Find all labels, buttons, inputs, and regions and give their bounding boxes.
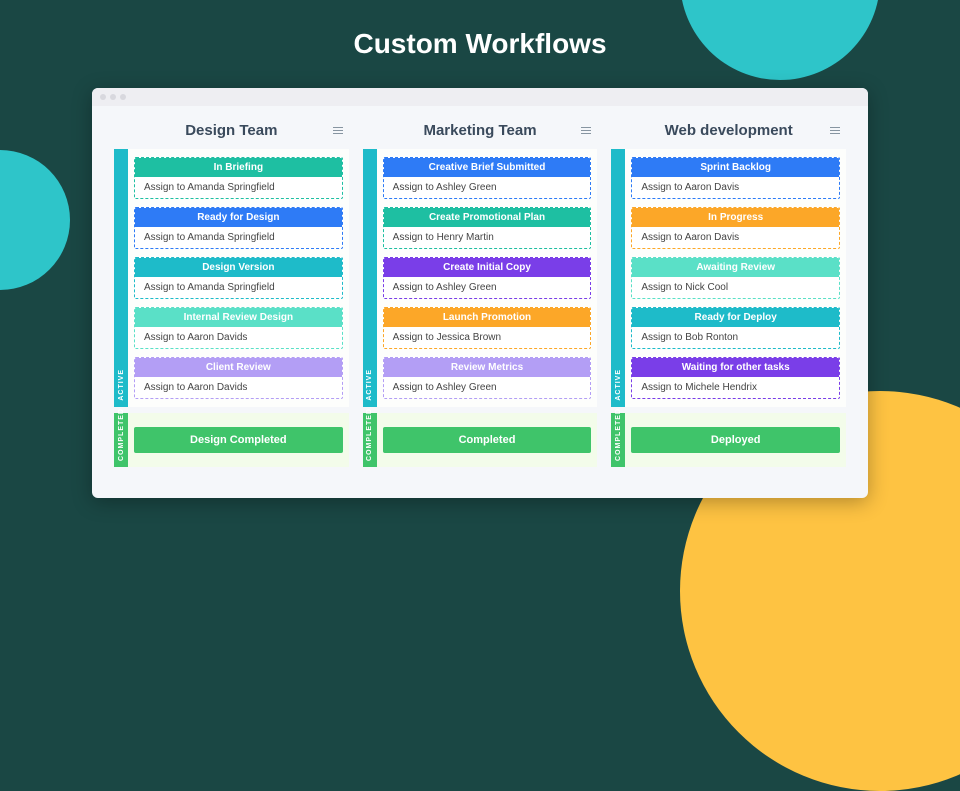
- workflow-card[interactable]: Awaiting ReviewAssign to Nick Cool: [631, 257, 840, 299]
- card-assignee: Assign to Aaron Davids: [135, 377, 342, 398]
- section-label-active: ACTIVE: [363, 149, 377, 407]
- card-title: Ready for Design: [135, 208, 342, 227]
- workflow-card[interactable]: Client ReviewAssign to Aaron Davids: [134, 357, 343, 399]
- card-assignee: Assign to Nick Cool: [632, 277, 839, 298]
- window-titlebar: [92, 88, 868, 106]
- card-title: Creative Brief Submitted: [384, 158, 591, 177]
- active-section: ACTIVECreative Brief SubmittedAssign to …: [363, 149, 598, 407]
- workflow-card[interactable]: Creative Brief SubmittedAssign to Ashley…: [383, 157, 592, 199]
- column-title: Web development: [665, 122, 793, 139]
- workflow-card[interactable]: Create Initial CopyAssign to Ashley Gree…: [383, 257, 592, 299]
- card-title: Design Version: [135, 258, 342, 277]
- active-section: ACTIVESprint BacklogAssign to Aaron Davi…: [611, 149, 846, 407]
- card-assignee: Assign to Henry Martin: [384, 227, 591, 248]
- workflow-card[interactable]: Design VersionAssign to Amanda Springfie…: [134, 257, 343, 299]
- workflow-card[interactable]: Ready for DeployAssign to Bob Ronton: [631, 307, 840, 349]
- card-title: Create Promotional Plan: [384, 208, 591, 227]
- column-title: Design Team: [185, 122, 277, 139]
- workflow-card[interactable]: Sprint BacklogAssign to Aaron Davis: [631, 157, 840, 199]
- traffic-light-icon: [120, 94, 126, 100]
- card-assignee: Assign to Aaron Davis: [632, 177, 839, 198]
- completed-pill[interactable]: Completed: [383, 427, 592, 453]
- card-assignee: Assign to Aaron Davis: [632, 227, 839, 248]
- section-label-completed: COMPLETED: [611, 413, 625, 467]
- traffic-light-icon: [110, 94, 116, 100]
- card-title: Review Metrics: [384, 358, 591, 377]
- card-assignee: Assign to Ashley Green: [384, 377, 591, 398]
- section-label-completed: COMPLETED: [363, 413, 377, 467]
- card-title: In Progress: [632, 208, 839, 227]
- card-assignee: Assign to Jessica Brown: [384, 327, 591, 348]
- card-assignee: Assign to Aaron Davids: [135, 327, 342, 348]
- completed-section: COMPLETED Completed: [363, 413, 598, 467]
- card-title: Ready for Deploy: [632, 308, 839, 327]
- bg-decor: [0, 150, 70, 290]
- app-window: Design TeamACTIVEIn BriefingAssign to Am…: [92, 88, 868, 498]
- card-title: Client Review: [135, 358, 342, 377]
- column-menu-icon[interactable]: [830, 127, 840, 134]
- active-section: ACTIVEIn BriefingAssign to Amanda Spring…: [114, 149, 349, 407]
- column-menu-icon[interactable]: [333, 127, 343, 134]
- section-label-active: ACTIVE: [114, 149, 128, 407]
- column-header: Marketing Team: [363, 116, 598, 149]
- card-assignee: Assign to Ashley Green: [384, 277, 591, 298]
- card-assignee: Assign to Amanda Springfield: [135, 277, 342, 298]
- card-title: Create Initial Copy: [384, 258, 591, 277]
- card-assignee: Assign to Ashley Green: [384, 177, 591, 198]
- card-title: In Briefing: [135, 158, 342, 177]
- workflow-column: Design TeamACTIVEIn BriefingAssign to Am…: [114, 116, 349, 484]
- workflow-card[interactable]: Ready for DesignAssign to Amanda Springf…: [134, 207, 343, 249]
- workflow-card[interactable]: In ProgressAssign to Aaron Davis: [631, 207, 840, 249]
- column-menu-icon[interactable]: [581, 127, 591, 134]
- completed-pill[interactable]: Deployed: [631, 427, 840, 453]
- section-label-completed: COMPLETED: [114, 413, 128, 467]
- workflow-card[interactable]: Create Promotional PlanAssign to Henry M…: [383, 207, 592, 249]
- card-assignee: Assign to Amanda Springfield: [135, 177, 342, 198]
- column-header: Design Team: [114, 116, 349, 149]
- workflow-column: Marketing Team ACTIVE Creative Brief Submi…: [363, 116, 598, 484]
- card-title: Sprint Backlog: [632, 158, 839, 177]
- card-assignee: Assign to Amanda Springfield: [135, 227, 342, 248]
- workflow-column: Web developmentACTIVESprint BacklogAssig…: [611, 116, 846, 484]
- workflow-card[interactable]: Review MetricsAssign to Ashley Green: [383, 357, 592, 399]
- page-title: Custom Workflows: [0, 0, 960, 60]
- completed-section: COMPLETED Design Completed: [114, 413, 349, 467]
- completed-section: COMPLETED Deployed: [611, 413, 846, 467]
- completed-pill[interactable]: Design Completed: [134, 427, 343, 453]
- workflow-card[interactable]: Internal Review DesignAssign to Aaron Da…: [134, 307, 343, 349]
- section-label-active: ACTIVE: [611, 149, 625, 407]
- traffic-light-icon: [100, 94, 106, 100]
- card-assignee: Assign to Michele Hendrix: [632, 377, 839, 398]
- card-title: Waiting for other tasks: [632, 358, 839, 377]
- workflow-card[interactable]: Waiting for other tasksAssign to Michele…: [631, 357, 840, 399]
- column-title: Marketing Team: [423, 122, 536, 139]
- workflow-board: Design TeamACTIVEIn BriefingAssign to Am…: [92, 106, 868, 498]
- card-title: Launch Promotion: [384, 308, 591, 327]
- column-header: Web development: [611, 116, 846, 149]
- workflow-card[interactable]: In BriefingAssign to Amanda Springfield: [134, 157, 343, 199]
- card-title: Internal Review Design: [135, 308, 342, 327]
- workflow-card[interactable]: Launch PromotionAssign to Jessica Brown: [383, 307, 592, 349]
- card-title: Awaiting Review: [632, 258, 839, 277]
- card-assignee: Assign to Bob Ronton: [632, 327, 839, 348]
